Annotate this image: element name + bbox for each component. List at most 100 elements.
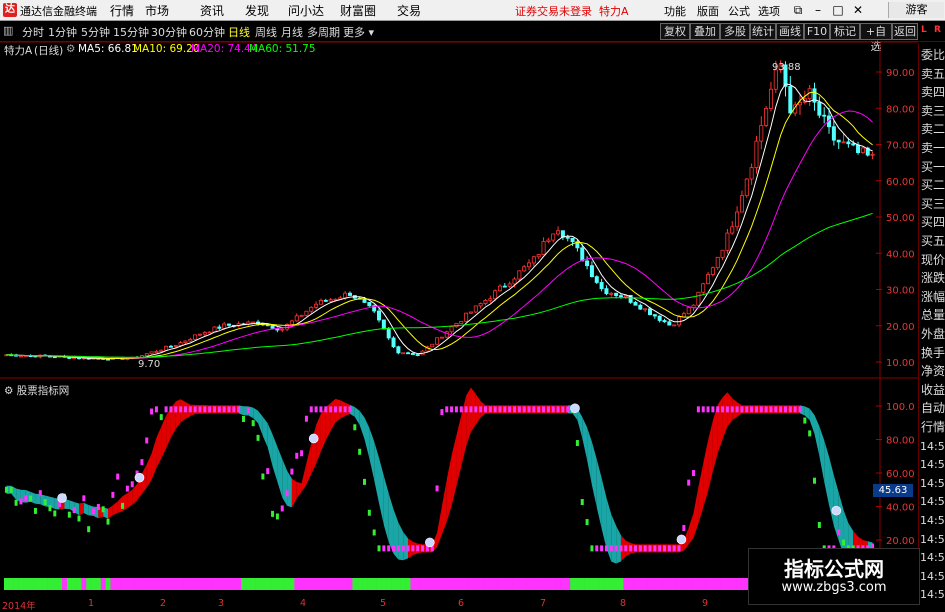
candle-body bbox=[304, 310, 309, 316]
signal-bar bbox=[396, 545, 400, 552]
candle-body bbox=[531, 256, 536, 264]
candle-body bbox=[730, 226, 735, 234]
side-tab-0[interactable]: 委比 bbox=[920, 46, 945, 65]
side-tab-10[interactable]: 买五 bbox=[920, 232, 945, 251]
trend-ribbon bbox=[829, 456, 834, 527]
signal-circle bbox=[676, 534, 687, 545]
candle-body bbox=[197, 333, 202, 336]
candle-body bbox=[517, 270, 522, 280]
strip-cell bbox=[424, 578, 431, 590]
side-tab-23[interactable]: 14:50 bbox=[920, 474, 945, 493]
candle-body bbox=[381, 319, 386, 330]
candle-body bbox=[343, 292, 348, 299]
side-tab-7[interactable]: 买二 bbox=[920, 176, 945, 195]
side-tab-19[interactable]: 自动 bbox=[920, 399, 945, 418]
side-tab-11[interactable]: 现价 bbox=[920, 251, 945, 270]
side-tab-20[interactable]: 行情 bbox=[920, 418, 945, 437]
side-tab-24[interactable]: 14:50 bbox=[920, 492, 945, 511]
signal-bar bbox=[319, 406, 323, 413]
candle-body bbox=[638, 304, 643, 310]
side-tab-13[interactable]: 涨幅 bbox=[920, 288, 945, 307]
candle-body bbox=[652, 314, 657, 317]
trend-ribbon bbox=[267, 423, 273, 467]
side-tab-21[interactable]: 14:50 bbox=[920, 437, 945, 456]
candle-body bbox=[681, 313, 686, 318]
side-tab-12[interactable]: 涨跌 bbox=[920, 269, 945, 288]
side-tab-18[interactable]: 收益 bbox=[920, 381, 945, 400]
strip-cell bbox=[260, 578, 266, 590]
candle-body bbox=[589, 265, 594, 278]
signal-bar bbox=[77, 515, 81, 522]
trend-ribbon bbox=[112, 501, 118, 516]
strip-cell bbox=[37, 578, 44, 590]
indicator-panel bbox=[4, 387, 875, 564]
side-tab-27[interactable]: 14:50 bbox=[920, 548, 945, 567]
candle-body bbox=[754, 140, 759, 168]
strip-cell bbox=[657, 578, 663, 590]
signal-bar bbox=[600, 545, 604, 552]
candle-body bbox=[841, 141, 846, 144]
side-tab-29[interactable]: 14:50 bbox=[920, 585, 945, 604]
signal-bar bbox=[740, 406, 744, 413]
side-tab-6[interactable]: 买一 bbox=[920, 158, 945, 177]
signal-bar bbox=[367, 509, 371, 516]
signal-strip bbox=[4, 578, 876, 590]
strip-cell bbox=[589, 578, 595, 590]
trend-ribbon bbox=[146, 453, 152, 488]
corner-l[interactable]: L bbox=[921, 25, 927, 35]
candle-body bbox=[430, 343, 435, 348]
side-tab-14[interactable]: 总量 bbox=[920, 306, 945, 325]
kline-chart[interactable]: 90.00 80.00 70.00 60.00 50.00 40.00 30.00 20.00… bbox=[0, 0, 918, 609]
side-tab-16[interactable]: 换手 bbox=[920, 344, 945, 363]
side-tab-3[interactable]: 卖三 bbox=[920, 102, 945, 121]
strip-cell bbox=[328, 578, 334, 590]
signal-bar bbox=[232, 406, 236, 413]
candle-body bbox=[178, 342, 183, 346]
strip-cell bbox=[395, 578, 402, 590]
side-tab-28[interactable]: 14:50 bbox=[920, 567, 945, 586]
side-tab-4[interactable]: 卖二 bbox=[920, 120, 945, 139]
signal-bar bbox=[609, 545, 613, 552]
side-tab-5[interactable]: 卖一 bbox=[920, 139, 945, 158]
strip-cell bbox=[284, 578, 290, 590]
strip-cell bbox=[695, 578, 702, 590]
signal-bar bbox=[174, 406, 178, 413]
indicator-title: ⚙ 股票指标网 bbox=[4, 385, 70, 397]
side-tab-17[interactable]: 净资 bbox=[920, 362, 945, 381]
candle-body bbox=[464, 312, 469, 322]
price-tick-label: 20.00 bbox=[886, 322, 915, 333]
signal-bar bbox=[566, 406, 570, 413]
strip-cell bbox=[47, 578, 53, 590]
candle-body bbox=[222, 323, 227, 329]
corner-r[interactable]: R bbox=[934, 25, 941, 35]
side-tab-9[interactable]: 买四 bbox=[920, 213, 945, 232]
side-tab-25[interactable]: 14:50 bbox=[920, 511, 945, 530]
signal-bar bbox=[159, 414, 163, 421]
trend-ribbon bbox=[282, 458, 288, 506]
side-tab-1[interactable]: 卖五 bbox=[920, 65, 945, 84]
signal-bar bbox=[24, 495, 28, 502]
trend-ribbon bbox=[693, 487, 699, 538]
signal-bar bbox=[604, 545, 608, 552]
side-tab-26[interactable]: 14:50 bbox=[920, 530, 945, 549]
signal-bar bbox=[445, 406, 449, 413]
signal-bar bbox=[527, 406, 531, 413]
strip-cell bbox=[400, 578, 406, 590]
signal-bar bbox=[663, 545, 667, 552]
side-tab-22[interactable]: 14:50 bbox=[920, 455, 945, 474]
candle-body bbox=[159, 349, 164, 352]
strip-cell bbox=[724, 578, 731, 590]
side-tab-15[interactable]: 外盘 bbox=[920, 325, 945, 344]
trend-ribbon bbox=[577, 408, 583, 438]
strip-cell bbox=[705, 578, 711, 590]
signal-bar bbox=[498, 406, 502, 413]
strip-cell bbox=[381, 578, 387, 590]
side-tab-8[interactable]: 买三 bbox=[920, 195, 945, 214]
trend-ribbon bbox=[466, 387, 471, 447]
side-tab-2[interactable]: 卖四 bbox=[920, 83, 945, 102]
candle-body bbox=[585, 260, 590, 267]
strip-cell bbox=[13, 578, 19, 590]
signal-bar bbox=[798, 406, 802, 413]
price-tick-label: 80.00 bbox=[886, 104, 915, 115]
signal-bar bbox=[251, 420, 255, 427]
